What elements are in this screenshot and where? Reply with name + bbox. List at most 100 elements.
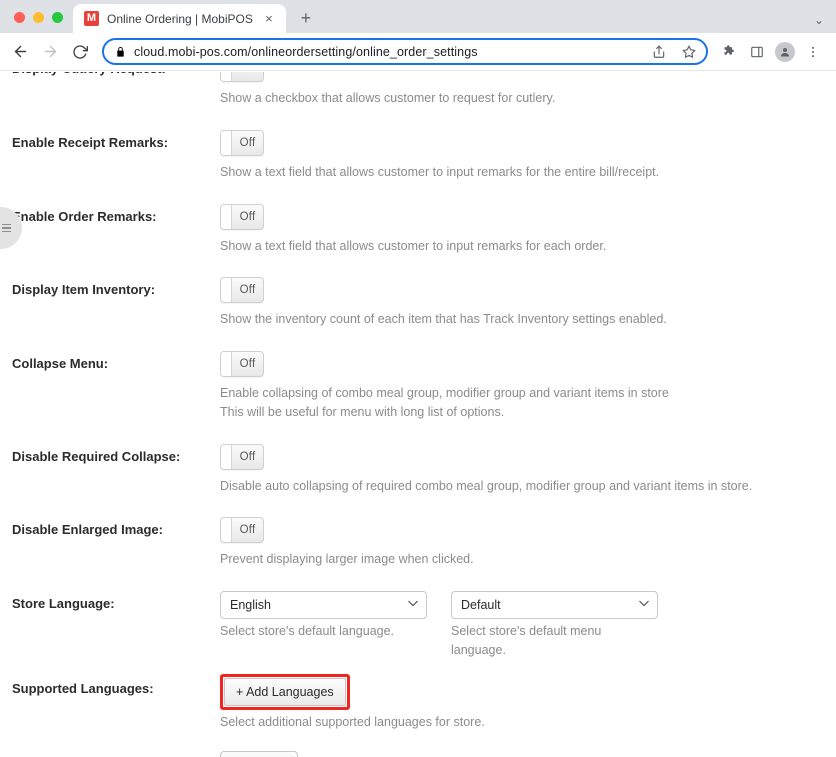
disable-required-collapse-toggle[interactable]: Off	[220, 443, 264, 470]
toggle-wrap: Off	[220, 72, 836, 86]
description-line: Show a checkbox that allows customer to …	[220, 91, 556, 105]
description-line: Show a text field that allows customer t…	[220, 164, 660, 179]
toggle-wrap: Off	[220, 128, 836, 160]
toggle-wrap: Off	[220, 349, 836, 381]
display-item-inventory-toggle[interactable]: Off	[220, 277, 264, 304]
setting-label: Display Item Inventory:	[12, 282, 156, 298]
three-dot-menu-icon[interactable]	[800, 39, 826, 65]
browser-tab[interactable]: M Online Ordering | MobiPOS ×	[73, 4, 286, 33]
supported-languages-row: Supported Languages: + Add Languages Sel…	[0, 673, 836, 732]
toggle-value: Off	[239, 284, 256, 297]
close-tab-icon[interactable]: ×	[261, 11, 277, 27]
display-cutlery-request-toggle[interactable]: Off	[220, 72, 264, 82]
page-viewport: Display Cutlery Request: Off Show a chec…	[0, 72, 836, 757]
toggle-knob	[221, 352, 232, 376]
toggle-wrap: Off	[220, 442, 836, 474]
setting-body: Off Show a checkbox that allows customer…	[220, 72, 836, 108]
close-window-button[interactable]	[14, 12, 25, 23]
setting-description: Disable auto collapsing of required comb…	[220, 474, 836, 496]
setting-row: Disable Required Collapse: Off Disable a…	[0, 442, 836, 496]
description-line: Show a text field that allows customer t…	[220, 238, 607, 253]
side-panel-icon[interactable]	[744, 39, 770, 65]
description-line: Select store's default language.	[220, 624, 395, 638]
collapse-menu-toggle[interactable]: Off	[220, 351, 264, 377]
back-arrow-icon[interactable]	[6, 38, 34, 66]
toggle-value: Off	[239, 450, 256, 463]
profile-avatar[interactable]	[772, 39, 798, 65]
default-language-col: English Select store's default language.	[220, 591, 427, 660]
setting-label: Enable Receipt Remarks:	[12, 134, 169, 150]
setting-label: Disable Enlarged Image:	[12, 522, 163, 538]
toggle-wrap: Off	[220, 202, 836, 234]
setting-description: Prevent displaying larger image when cli…	[220, 547, 836, 569]
setting-body: Off Prevent displaying larger image when…	[220, 515, 836, 569]
star-icon[interactable]	[678, 41, 700, 63]
online-order-settings-page: Display Cutlery Request: Off Show a chec…	[0, 72, 836, 757]
store-default-menu-language-select[interactable]: Default	[451, 591, 658, 619]
default-language-description: Select store's default language.	[220, 619, 427, 641]
address-bar[interactable]: cloud.mobi-pos.com/onlineordersetting/on…	[102, 38, 708, 65]
hamburger-menu-icon	[2, 223, 11, 233]
setting-label: Enable Order Remarks:	[12, 208, 157, 224]
setting-body: Off Show the inventory count of each ite…	[220, 275, 836, 329]
reload-arrow-icon[interactable]	[66, 38, 94, 66]
configure-promotion-button[interactable]: Configure	[220, 751, 299, 757]
tab-title: Online Ordering | MobiPOS	[107, 11, 253, 26]
promotion-label: Promotion:	[12, 751, 220, 757]
promotion-body: Configure Configure various types of pro…	[220, 751, 836, 757]
disable-enlarged-image-toggle[interactable]: Off	[220, 517, 264, 544]
toggle-value: Off	[239, 524, 256, 537]
setting-row: Disable Enlarged Image: Off Prevent disp…	[0, 515, 836, 569]
toggle-value: Off	[239, 136, 256, 149]
toggle-value: Off	[239, 358, 256, 370]
default-menu-language-col: Default Select store's default menu lang…	[451, 591, 658, 660]
description-line: Prevent displaying larger image when cli…	[220, 552, 474, 567]
chevron-down-icon	[639, 600, 649, 610]
tab-search-chevron-down-icon[interactable]: ⌄	[814, 14, 824, 26]
supported-languages-label: Supported Languages:	[12, 680, 154, 696]
setting-row: Enable Order Remarks: Off Show a text fi…	[0, 202, 836, 256]
extensions-puzzle-icon[interactable]	[716, 39, 742, 65]
setting-body: Off Disable auto collapsing of required …	[220, 442, 836, 496]
setting-description: Enable collapsing of combo meal group, m…	[220, 381, 836, 422]
url-text: cloud.mobi-pos.com/onlineordersetting/on…	[134, 44, 478, 59]
tab-strip-right: ⌄	[814, 14, 836, 33]
avatar-circle	[775, 41, 795, 62]
store-language-label: Store Language:	[12, 596, 115, 611]
lock-icon	[115, 46, 126, 58]
toggle-value: Off	[239, 210, 256, 223]
setting-label: Display Cutlery Request:	[12, 72, 220, 77]
toggle-knob	[221, 518, 232, 543]
setting-row: Display Cutlery Request: Off Show a chec…	[0, 72, 836, 108]
minimize-window-button[interactable]	[33, 12, 44, 23]
setting-description: Show a checkbox that allows customer to …	[220, 86, 836, 108]
setting-body: Off Show a text field that allows custom…	[220, 128, 836, 182]
add-languages-highlight: + Add Languages	[220, 673, 350, 710]
forward-arrow-icon[interactable]	[36, 38, 64, 66]
supported-languages-body: + Add Languages Select additional suppor…	[220, 673, 836, 732]
enable-receipt-remarks-toggle[interactable]: Off	[220, 129, 264, 156]
select-value: English	[230, 598, 271, 612]
enable-order-remarks-toggle[interactable]: Off	[220, 203, 264, 230]
toggle-knob	[221, 72, 232, 81]
zoom-window-button[interactable]	[52, 12, 63, 23]
description-line: Enable collapsing of combo meal group, m…	[220, 386, 669, 400]
description-line: Select store's default menu language.	[451, 624, 602, 657]
browser-toolbar: cloud.mobi-pos.com/onlineordersetting/on…	[0, 33, 836, 71]
chevron-down-icon	[408, 600, 418, 610]
setting-row: Enable Receipt Remarks: Off Show a text …	[0, 128, 836, 182]
store-language-row: Store Language: English Select store's d…	[0, 589, 836, 660]
new-tab-button[interactable]: +	[292, 4, 320, 32]
description-line: Show the inventory count of each item th…	[220, 312, 667, 327]
description-line: Select additional supported languages fo…	[220, 714, 485, 729]
setting-label: Collapse Menu:	[12, 356, 109, 371]
setting-description: Show a text field that allows customer t…	[220, 160, 836, 182]
setting-body: Off Enable collapsing of combo meal grou…	[220, 349, 836, 422]
add-languages-button[interactable]: + Add Languages	[224, 677, 346, 706]
store-language-selects: English Select store's default language.	[220, 589, 836, 660]
toggle-wrap: Off	[220, 515, 836, 547]
toggle-knob	[221, 278, 232, 303]
description-line: Disable auto collapsing of required comb…	[220, 478, 753, 493]
share-icon[interactable]	[648, 41, 670, 63]
store-default-language-select[interactable]: English	[220, 591, 427, 619]
